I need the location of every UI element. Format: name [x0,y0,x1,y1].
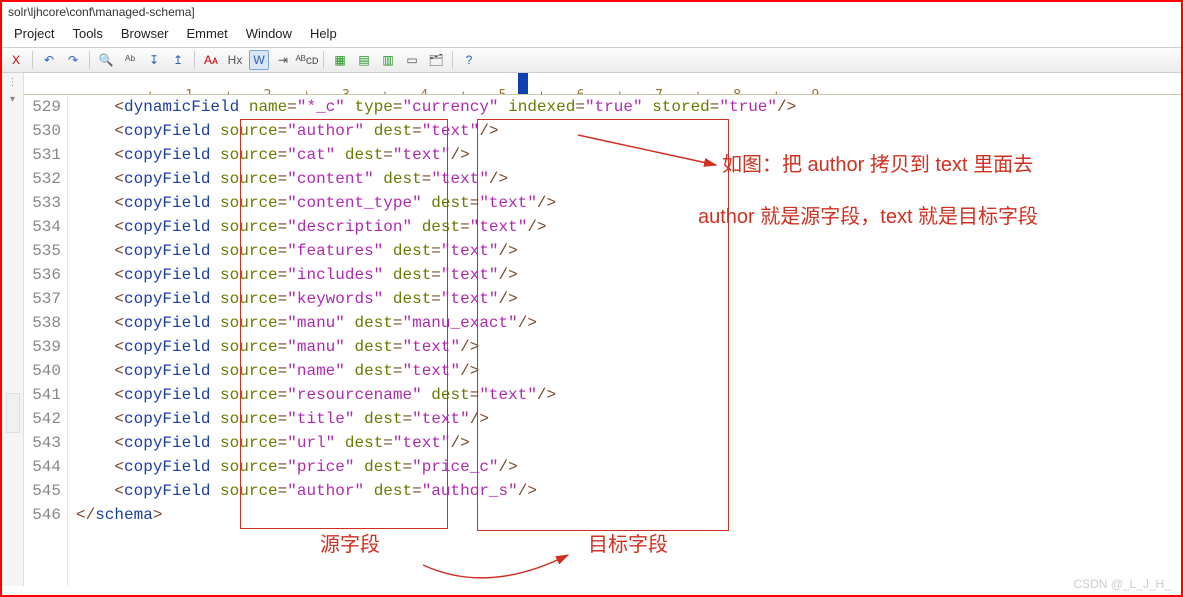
left-strip: ⋮ ▾ [2,73,24,586]
ruler-text: ----+----1----+----2----+----3----+----4… [115,88,819,95]
menu-project[interactable]: Project [14,26,54,41]
indent-icon[interactable]: ⇥ [273,50,293,70]
menu-bar: Project Tools Browser Emmet Window Help [2,22,1181,47]
handle-icon[interactable]: ⋮ [8,77,18,88]
find-icon[interactable]: 🔍 [96,50,116,70]
new-icon[interactable]: ▭ [402,50,422,70]
menu-tools[interactable]: Tools [72,26,102,41]
separator [194,51,195,69]
undo-icon[interactable]: ↶ [39,50,59,70]
separator [89,51,90,69]
hex-icon[interactable]: Hx [225,50,245,70]
abcd-icon[interactable]: ᴬᴮᴄᴅ [297,50,317,70]
wrap-icon[interactable]: W [249,50,269,70]
title-bar: solr\ljhcore\conf\managed-schema] [2,2,1181,22]
window-title: solr\ljhcore\conf\managed-schema] [8,5,195,19]
main-area: ⋮ ▾ ----+----1----+----2----+----3----+-… [2,73,1181,586]
separator [32,51,33,69]
menu-help[interactable]: Help [310,26,337,41]
ruler: ----+----1----+----2----+----3----+----4… [24,73,1181,95]
find-prev-icon[interactable]: ↥ [168,50,188,70]
watermark: CSDN @_L_J_H_ [1073,577,1171,591]
code-area[interactable]: <dynamicField name="*_c" type="currency"… [68,95,1181,586]
line-gutter: 529 530 531 532 533 534 535 536 537 538 … [24,95,68,586]
ruler-caret [518,73,528,95]
annotation-label-dest: 目标字段 [588,531,668,559]
scroll-thumb[interactable] [6,393,20,433]
form-icon[interactable]: ▥ [378,50,398,70]
font-aa-icon[interactable]: Aᴀ [201,50,221,70]
help-icon[interactable]: ? [459,50,479,70]
menu-window[interactable]: Window [246,26,292,41]
separator [323,51,324,69]
find-next-icon[interactable]: ↧ [144,50,164,70]
annotation-note-2: author 就是源字段，text 就是目标字段 [698,203,1038,231]
toolbar: X ↶ ↷ 🔍 ᴬᵇ ↧ ↥ Aᴀ Hx W ⇥ ᴬᴮᴄᴅ ▦ ▤ ▥ ▭ 🗂 … [2,47,1181,73]
menu-emmet[interactable]: Emmet [187,26,228,41]
table-icon[interactable]: ▤ [354,50,374,70]
redo-icon[interactable]: ↷ [63,50,83,70]
chevron-down-icon[interactable]: ▾ [10,94,15,105]
menu-browser[interactable]: Browser [121,26,169,41]
code-editor[interactable]: 529 530 531 532 533 534 535 536 537 538 … [24,95,1181,586]
annotation-note-1: 如图：把 author 拷贝到 text 里面去 [722,151,1033,179]
annotation-label-source: 源字段 [320,531,380,559]
close-icon[interactable]: X [6,50,26,70]
grid-icon[interactable]: ▦ [330,50,350,70]
find-ab-icon[interactable]: ᴬᵇ [120,50,140,70]
tree-icon[interactable]: 🗂 [426,50,446,70]
separator [452,51,453,69]
editor-wrap: ----+----1----+----2----+----3----+----4… [24,73,1181,586]
